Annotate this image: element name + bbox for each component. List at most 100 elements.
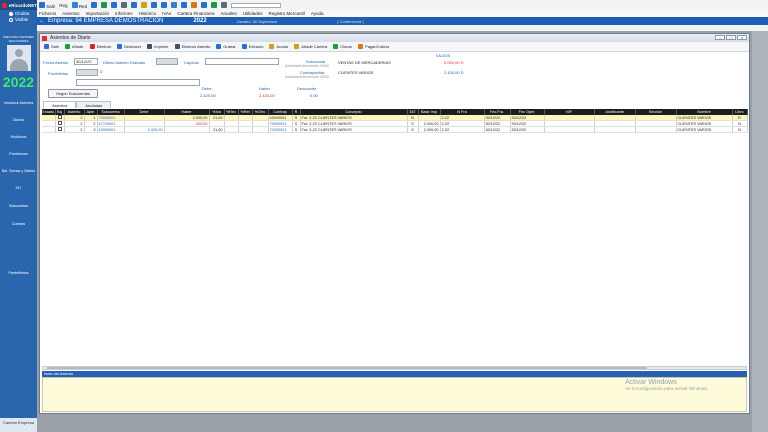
menu-ayuda[interactable]: Ayuda	[311, 11, 324, 16]
clone-icon	[333, 44, 339, 49]
cell-justificante[interactable]	[594, 126, 636, 133]
menu-informes[interactable]: Informes	[115, 11, 133, 16]
nav-subcuentas[interactable]: Subcuentas	[0, 204, 37, 208]
toolbar-icon-8[interactable]	[161, 2, 168, 8]
cell-nif[interactable]	[544, 126, 595, 133]
toolbar-icon-12[interactable]	[201, 2, 208, 8]
radio-show[interactable]: Visible	[9, 17, 37, 22]
scrollbar-thumb[interactable]	[47, 367, 647, 369]
capitulo-label: Capítulo	[184, 60, 199, 65]
cell-iva[interactable]: 21,00	[209, 126, 225, 133]
pencil-icon	[269, 44, 275, 49]
predefinido-dropdown[interactable]	[76, 79, 200, 86]
tab-asientos[interactable]: Asientos	[43, 101, 77, 108]
radio-hide[interactable]: Ocultar	[9, 11, 37, 16]
extracto-button[interactable]: Extracto	[241, 44, 263, 49]
cell-otro[interactable]	[252, 126, 269, 133]
toolbar-icon-13[interactable]	[211, 2, 218, 8]
menu-ivas[interactable]: IVAs	[162, 11, 171, 16]
maximize-button[interactable]: □	[726, 35, 736, 40]
checkbox[interactable]	[57, 121, 62, 125]
checkbox[interactable]	[57, 115, 62, 119]
close-button[interactable]: ×	[737, 35, 747, 40]
nav-diarios[interactable]: Diarios	[0, 118, 37, 122]
fecha-input[interactable]: 30/12/22	[74, 58, 98, 65]
deshacer-label: Deshacer	[124, 44, 142, 49]
menu-registro[interactable]: Registro Mercantil	[269, 11, 305, 16]
toolbar-icon-1[interactable]	[91, 2, 98, 8]
deshacer-button[interactable]: Deshacer	[117, 44, 141, 49]
capitulo-select[interactable]	[205, 58, 279, 65]
nav-previsiones[interactable]: Previsiones	[0, 152, 37, 156]
cell-seccion[interactable]	[635, 126, 677, 133]
anotar-button[interactable]: Anotar	[269, 44, 288, 49]
menu-anuales[interactable]: Anuales	[221, 11, 237, 16]
cell-347[interactable]: S	[407, 126, 419, 133]
cell-bq[interactable]	[55, 126, 65, 133]
cell-haber[interactable]	[164, 126, 210, 133]
nav-historicos[interactable]: Históricos	[0, 135, 37, 139]
predefinido-input[interactable]	[76, 69, 98, 76]
menu-importacion[interactable]: Importación	[86, 11, 110, 16]
red-button[interactable]: Red	[71, 1, 87, 9]
nav-cuentas[interactable]: Cuentas	[0, 222, 37, 226]
reg-button[interactable]: Reg	[59, 3, 67, 8]
toolbar-icon-9[interactable]	[171, 2, 178, 8]
pagar-cobrar-button[interactable]: Pagar/Cobrar	[358, 44, 389, 49]
cell-concepto[interactable]: Fra. 2-22 CLIENTES VARIOS	[300, 126, 408, 133]
cell-base-imp[interactable]: 2.000,00	[418, 126, 441, 133]
cell-debe[interactable]: 2.420,00	[124, 126, 165, 133]
contrapartida-value: CLIENTES VARIOS	[338, 70, 374, 75]
nav-sumas-saldos[interactable]: Bal. Sumas y Saldos	[0, 169, 37, 173]
menu-historico[interactable]: Histórico	[139, 11, 157, 16]
toolbar-icon-6[interactable]	[141, 2, 148, 8]
search-icon[interactable]: ⌕	[100, 69, 103, 75]
imprimir-button[interactable]: Imprimir	[147, 44, 169, 49]
menu-utilidades[interactable]: Utilidades	[243, 11, 263, 16]
table-row[interactable]: 2 3 43000001 2.420,00 21,00 70000001 S F…	[42, 126, 748, 133]
gear-icon[interactable]	[221, 2, 228, 8]
cell-subcuenta[interactable]: 43000001	[97, 126, 125, 133]
toolbar-icon-11[interactable]	[191, 2, 198, 8]
menu-asientos[interactable]: Asientos	[62, 11, 79, 16]
eliminar-asiento-button[interactable]: Eliminar Asiento	[174, 44, 210, 49]
checkbox[interactable]	[57, 127, 62, 131]
toolbar-icon-5[interactable]	[131, 2, 138, 8]
anadir-button[interactable]: Añadir	[65, 44, 84, 49]
segun-subcuentas-button[interactable]: Según Subcuentas	[48, 89, 98, 98]
horizontal-scrollbar[interactable]	[42, 366, 747, 370]
salir-button[interactable]: Salir	[44, 44, 59, 49]
back-arrow-icon[interactable]: ←	[39, 18, 45, 24]
exit-button[interactable]: Salir	[39, 1, 55, 9]
debe-total: 2.420,00	[200, 93, 216, 98]
menu-cartera[interactable]: Cartera Financiera	[177, 11, 214, 16]
cell-fec-oper[interactable]: 30/12/22	[510, 126, 545, 133]
search-input[interactable]	[231, 2, 282, 8]
cell-r[interactable]: S	[292, 126, 301, 133]
anadir-cartera-button[interactable]: Añadir Cartera	[294, 44, 327, 49]
nav-predefinidos[interactable]: Predefinidos	[0, 271, 37, 275]
activation-watermark: Activar Windows Ve a Configuración para …	[625, 379, 709, 391]
eliminar-button[interactable]: Eliminar	[89, 44, 111, 49]
tab-anotadas[interactable]: Anotadas	[76, 101, 112, 108]
nav-introducir-asientos[interactable]: Introducir Asientos	[0, 101, 37, 105]
ultimo-asiento-input	[156, 58, 178, 65]
grabar-button[interactable]: Grabar	[216, 44, 236, 49]
toolbar-icon-3[interactable]	[111, 2, 118, 8]
nav-347[interactable]: 347	[0, 186, 37, 190]
toolbar-icon-7[interactable]	[151, 2, 158, 8]
toolbar-icon-4[interactable]	[121, 2, 128, 8]
cell-contrap[interactable]: 70000001	[268, 126, 293, 133]
minimize-button[interactable]: –	[715, 35, 725, 40]
cell-libro[interactable]: N	[732, 126, 748, 133]
cell-n-fra[interactable]: 2-22	[440, 126, 485, 133]
toolbar-icon-2[interactable]	[101, 2, 108, 8]
menu-ficheros[interactable]: Ficheros	[39, 11, 56, 16]
cell-ret[interactable]	[238, 126, 253, 133]
toolbar-icon-10[interactable]	[181, 2, 188, 8]
change-company-button[interactable]: Cambio Empresa	[0, 418, 37, 432]
cell-fec-fra[interactable]: 30/12/22	[484, 126, 511, 133]
cell-nombre[interactable]: CLIENTES VARIOS	[676, 126, 733, 133]
clonar-button[interactable]: Clonar	[333, 44, 352, 49]
cell-rec[interactable]	[224, 126, 239, 133]
